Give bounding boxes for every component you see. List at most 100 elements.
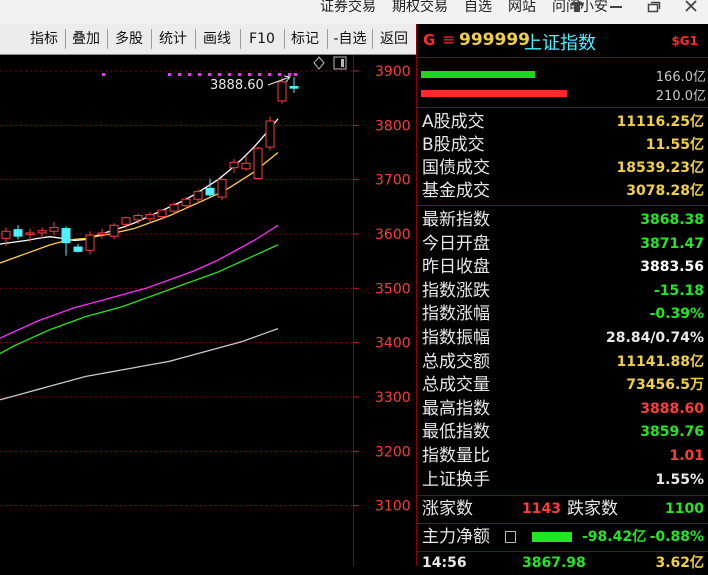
netflow-value: -98.42亿 [582, 529, 647, 545]
toolbar-indicator-button[interactable]: 指标 [26, 28, 62, 50]
quote-label: 最低指数 [422, 422, 490, 443]
chart-toolbar: 指标 叠加 多股 统计 画线 F10 标记 -自选 返回 [0, 24, 416, 55]
candlestick[interactable] [253, 147, 263, 180]
candlestick[interactable] [73, 243, 83, 253]
quote-value: 3868.38 [640, 212, 704, 228]
quote-value: 73456.5万 [626, 377, 704, 394]
toolbar-back-button[interactable]: 返回 [376, 28, 412, 50]
minimize-icon[interactable] [605, 0, 627, 14]
panel-separator [417, 107, 708, 108]
netflow-row: 主力净额 -98.42亿 -0.88% [422, 526, 706, 549]
candlestick[interactable] [217, 177, 227, 201]
candle-body [253, 147, 263, 180]
menu-website[interactable]: 网站 [508, 0, 536, 14]
panel-header: G ≡ 999999 上证指数 $G1 [417, 24, 708, 58]
candlestick[interactable] [61, 226, 71, 256]
candle-body [37, 230, 47, 234]
candlestick[interactable] [37, 227, 47, 239]
toolbar-multi-stock-button[interactable]: 多股 [111, 28, 147, 50]
close-icon[interactable] [680, 0, 702, 14]
turnover-label: 国债成交 [422, 158, 490, 178]
turnover-label: 基金成交 [422, 181, 490, 201]
toolbar-mark-button[interactable]: 标记 [287, 28, 323, 50]
signal-dot [188, 73, 191, 76]
menu-icon[interactable]: ≡ [442, 30, 455, 49]
quote-label: 指数振幅 [422, 328, 490, 348]
candle-body [1, 230, 11, 239]
candlestick[interactable] [97, 228, 107, 239]
candle-body [205, 187, 215, 196]
signal-dot [258, 73, 261, 76]
moving-average-ma60 [0, 327, 279, 401]
toolbar-draw-line-button[interactable]: 画线 [199, 28, 235, 50]
netflow-bar [532, 532, 572, 542]
y-tick-label: 3700 [375, 173, 411, 189]
y-tick-label: 3100 [375, 499, 411, 515]
tick-time: 14:56 [422, 555, 467, 571]
toolbar-watchlist-button[interactable]: -自选 [330, 28, 370, 50]
y-tick-label: 3400 [375, 336, 411, 352]
candle-body [73, 246, 83, 252]
toolbar-divider [284, 29, 285, 49]
quote-row: 指数量比 1.01 [422, 445, 706, 468]
toolbar-statistics-button[interactable]: 统计 [155, 28, 191, 50]
document-icon[interactable] [505, 531, 516, 543]
candlestick[interactable] [205, 178, 215, 199]
candle-body [277, 81, 287, 102]
quote-row: 最新指数 3868.38 [422, 209, 706, 232]
quote-value: 3859.76 [640, 424, 704, 441]
candle-body [193, 191, 203, 200]
netflow-pct: -0.88% [649, 529, 704, 545]
toolbar-f10-button[interactable]: F10 [244, 28, 280, 50]
candle-body [49, 226, 59, 232]
tick-amount: 3.62亿 [655, 555, 704, 571]
candle-body [85, 234, 95, 251]
candlestick[interactable] [85, 231, 95, 255]
quote-label: 今日开盘 [422, 233, 490, 254]
candle-body [181, 198, 191, 207]
candle-body [121, 217, 131, 225]
panel-separator [417, 523, 708, 524]
candle-body [133, 215, 143, 221]
candlestick[interactable] [157, 208, 167, 220]
quote-label: 指数涨跌 [422, 280, 490, 301]
signal-dot [208, 73, 211, 76]
toolbar-divider [65, 29, 66, 49]
menu-watchlist[interactable]: 自选 [464, 0, 492, 14]
candlestick[interactable] [109, 223, 119, 240]
y-tick-label: 3300 [375, 390, 411, 406]
candlestick[interactable] [229, 159, 239, 174]
up-count-label: 涨家数 [422, 499, 473, 519]
quote-row: 最低指数 3859.76 [422, 421, 706, 444]
candlestick[interactable] [49, 222, 59, 236]
quote-row: 昨日收盘 3883.56 [422, 256, 706, 279]
menu-options-trade[interactable]: 期权交易 [392, 0, 448, 14]
signal-dot [288, 73, 291, 76]
stock-tag[interactable]: $G1 [671, 34, 698, 48]
signal-dot [228, 73, 231, 76]
y-tick-label: 3900 [375, 64, 411, 80]
quote-value: 1.55% [655, 471, 704, 488]
quote-value: 3883.56 [640, 259, 704, 276]
flow-value-green: 166.0亿 [655, 70, 706, 85]
candlestick[interactable] [265, 116, 275, 151]
restore-icon[interactable] [643, 0, 665, 14]
panel-toggle-icon [333, 56, 347, 70]
candle-body [217, 179, 227, 198]
turnover-value: 18539.23亿 [616, 160, 704, 176]
candlestick[interactable] [13, 225, 23, 240]
menu-securities-trade[interactable]: 证券交易 [320, 0, 376, 14]
y-tick-label: 3600 [375, 227, 411, 243]
candlestick[interactable] [289, 77, 299, 93]
kline-chart-svg[interactable]: 3100 3200 3300 3400 3500 3600 3700 3800 3900 3888… [0, 55, 416, 566]
kline-chart[interactable]: 3100 3200 3300 3400 3500 3600 3700 3800 3900 3888… [0, 55, 416, 566]
quote-label: 指数量比 [422, 446, 490, 466]
turnover-row: 基金成交 3078.28亿 [422, 180, 706, 203]
flow-bar-green-fill [421, 71, 536, 78]
toolbar-divider [107, 29, 108, 49]
quote-row: 指数涨幅 -0.39% [422, 303, 706, 326]
shirt-icon[interactable] [566, 0, 588, 14]
turnover-row: 国债成交 18539.23亿 [422, 157, 706, 180]
toolbar-overlay-button[interactable]: 叠加 [68, 28, 104, 50]
stock-badge: G [423, 31, 436, 49]
